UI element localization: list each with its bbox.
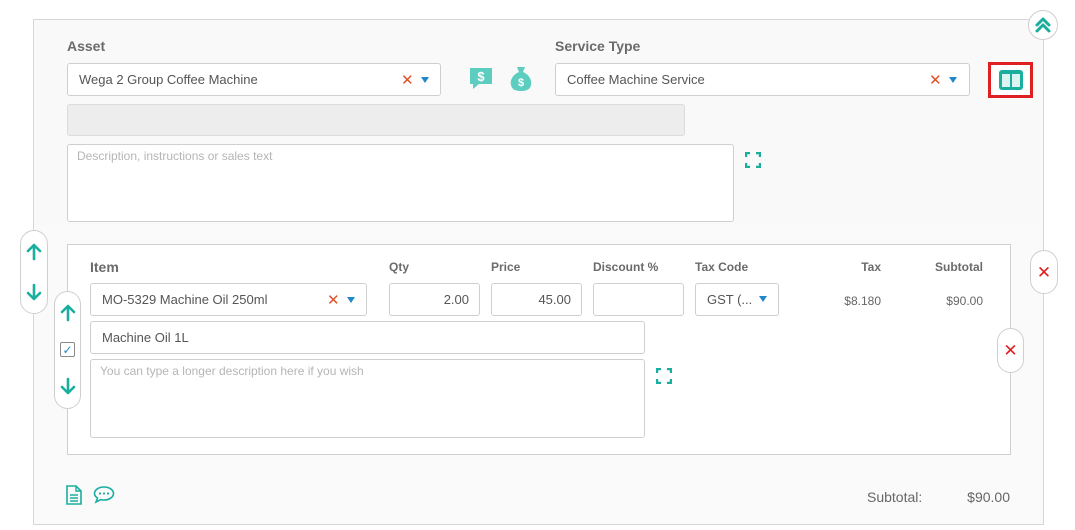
tax-code-dropdown-caret-icon[interactable]	[759, 296, 767, 302]
svg-text:$: $	[518, 77, 524, 89]
qty-value: 2.00	[443, 292, 469, 307]
tax-code-select[interactable]: GST (...	[695, 283, 779, 316]
item-select[interactable]: MO-5329 Machine Oil 250ml ✕	[90, 283, 367, 316]
description-textarea[interactable]: Description, instructions or sales text	[67, 144, 734, 222]
disabled-field	[67, 104, 685, 136]
expand-description-icon[interactable]	[744, 151, 762, 173]
tax-value: $8.180	[844, 294, 881, 308]
asset-label: Asset	[67, 38, 106, 54]
money-bag-icon[interactable]: $	[508, 64, 534, 97]
price-input[interactable]: 45.00	[491, 283, 582, 316]
asset-select[interactable]: Wega 2 Group Coffee Machine ✕	[67, 63, 441, 96]
item-dropdown-caret-icon[interactable]	[347, 297, 355, 303]
qty-input[interactable]: 2.00	[389, 283, 480, 316]
columns-icon	[998, 70, 1023, 90]
service-type-dropdown-caret-icon[interactable]	[949, 77, 957, 83]
item-clear-icon[interactable]: ✕	[327, 293, 340, 308]
line-subtotal-value: $90.00	[946, 294, 983, 308]
column-header-subtotal: Subtotal	[935, 260, 983, 274]
asset-dropdown-caret-icon[interactable]	[421, 77, 429, 83]
collapse-button[interactable]	[1028, 10, 1058, 40]
remove-section-button[interactable]: ✕	[1030, 250, 1058, 294]
column-header-qty: Qty	[389, 260, 410, 274]
asset-select-value: Wega 2 Group Coffee Machine	[79, 72, 258, 87]
remove-line-icon: ✕	[1003, 341, 1018, 360]
item-select-value: MO-5329 Machine Oil 250ml	[102, 292, 268, 307]
line-move-up-icon[interactable]	[59, 304, 77, 327]
line-move-down-icon[interactable]	[59, 377, 77, 400]
long-description-textarea[interactable]: You can type a longer description here i…	[90, 359, 645, 438]
section-move-up-icon[interactable]	[25, 243, 43, 266]
expand-long-description-icon[interactable]	[655, 367, 673, 389]
service-type-select[interactable]: Coffee Machine Service ✕	[555, 63, 970, 96]
price-value: 45.00	[538, 292, 571, 307]
footer-subtotal-value: $90.00	[967, 489, 1010, 505]
document-icon[interactable]	[66, 485, 82, 510]
checkmark-icon: ✓	[62, 342, 73, 357]
short-description-input[interactable]: Machine Oil 1L	[90, 321, 645, 354]
service-type-select-value: Coffee Machine Service	[567, 72, 705, 87]
remove-line-button[interactable]: ✕	[997, 328, 1024, 373]
column-header-price: Price	[491, 260, 521, 274]
line-select-checkbox[interactable]: ✓	[60, 342, 75, 357]
column-header-tax: Tax	[861, 260, 881, 274]
column-header-item: Item	[90, 259, 119, 275]
section-move-down-icon[interactable]	[25, 283, 43, 306]
service-type-clear-icon[interactable]: ✕	[929, 73, 942, 88]
layout-toggle-button[interactable]	[988, 62, 1033, 98]
column-header-tax-code: Tax Code	[695, 260, 749, 274]
description-placeholder: Description, instructions or sales text	[77, 149, 273, 163]
service-type-label: Service Type	[555, 38, 641, 54]
pricing-icon[interactable]: $	[468, 65, 494, 96]
svg-text:$: $	[477, 69, 485, 84]
comment-icon[interactable]	[93, 485, 115, 509]
footer-subtotal-label: Subtotal:	[867, 489, 923, 505]
asset-clear-icon[interactable]: ✕	[401, 73, 414, 88]
tax-code-value: GST (...	[707, 292, 753, 307]
long-description-placeholder: You can type a longer description here i…	[100, 364, 364, 378]
remove-section-icon: ✕	[1036, 262, 1052, 282]
column-header-discount: Discount %	[593, 260, 659, 274]
double-chevron-up-icon	[1035, 17, 1051, 33]
short-description-value: Machine Oil 1L	[102, 330, 189, 345]
discount-input[interactable]	[593, 283, 684, 316]
